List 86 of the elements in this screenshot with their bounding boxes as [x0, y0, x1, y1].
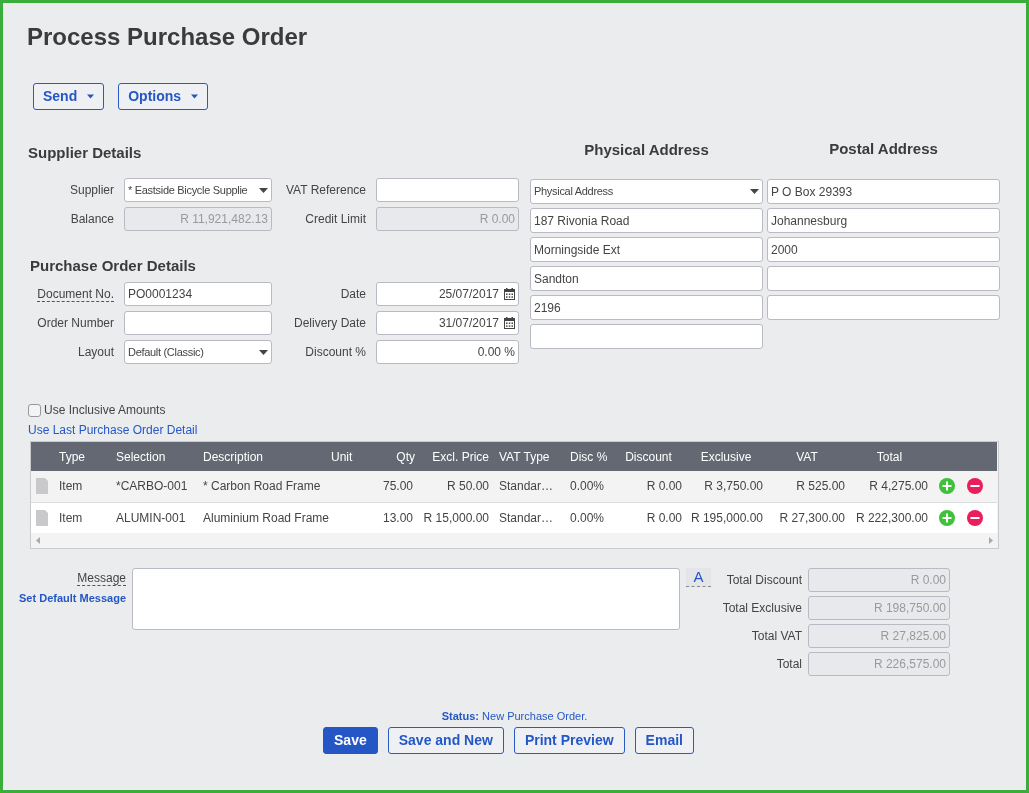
menu-button[interactable]: Options	[118, 83, 209, 110]
field-label: Supplier	[69, 184, 114, 198]
action-button[interactable]: Save and New	[387, 727, 504, 754]
field-label: Date	[340, 288, 366, 302]
column-header: Excl. Price	[432, 449, 489, 464]
column-header: Type	[59, 449, 85, 464]
table-cell: ALUMIN-001	[116, 510, 186, 525]
table-cell: R 27,300.00	[779, 510, 845, 525]
action-button[interactable]: Save	[323, 727, 378, 754]
page-title: Process Purchase Order	[27, 22, 308, 52]
readonly-field: R 0.00	[808, 568, 950, 592]
column-header: Total	[876, 449, 903, 464]
dropdown[interactable]: Physical Address	[530, 179, 763, 204]
total-label: Total	[775, 656, 802, 673]
field-label: Credit Limit	[305, 213, 366, 227]
column-header: VAT	[796, 449, 818, 464]
field-label: Order Number	[37, 317, 114, 331]
table-cell: * Carbon Road Frame	[203, 479, 321, 494]
table-cell: R 0.00	[646, 479, 682, 494]
readonly-field: R 226,575.00	[808, 652, 950, 676]
table-cell: R 4,275.00	[869, 479, 928, 494]
input-field[interactable]: Johannesburg	[767, 208, 1000, 233]
table-cell: R 15,000.00	[423, 510, 489, 525]
total-label: Total Exclusive	[721, 600, 802, 617]
column-heading: Postal Address	[829, 139, 938, 159]
checkbox-label: Use Inclusive Amounts	[44, 402, 166, 419]
table-cell: 0.00%	[570, 479, 605, 494]
input-field[interactable]: P O Box 29393	[767, 179, 1000, 204]
input-field[interactable]: 187 Rivonia Road	[530, 208, 763, 233]
total-label: Total Discount	[725, 572, 802, 589]
status-text: New Purchase Order.	[482, 710, 588, 722]
field-label: VAT Reference	[285, 184, 366, 198]
table-cell: 0.00%	[570, 510, 605, 525]
column-header: Description	[203, 449, 264, 464]
table-cell: *CARBO-001	[116, 479, 188, 494]
readonly-field: R 11,921,482.13	[124, 207, 272, 231]
table-cell: Standar…	[499, 479, 554, 494]
table-cell: Aluminium Road Frame	[203, 510, 330, 525]
table-cell: R 195,000.00	[690, 510, 763, 525]
column-header: VAT Type	[499, 449, 550, 464]
field-label: Discount %	[305, 346, 366, 360]
section-heading: Supplier Details	[28, 143, 142, 163]
column-header: Selection	[116, 449, 166, 464]
table-cell: Item	[59, 510, 83, 525]
date-field[interactable]: 25/07/2017	[376, 282, 519, 306]
column-header: Exclusive	[700, 449, 752, 464]
input-field[interactable]: PO0001234	[124, 282, 272, 306]
column-header: Disc %	[570, 449, 608, 464]
table-cell: Standar…	[499, 510, 554, 525]
font-button[interactable]: A	[686, 568, 711, 587]
message-label: Message	[77, 571, 126, 586]
action-button[interactable]: Email	[634, 727, 694, 754]
input-field[interactable]: 2000	[767, 237, 1000, 262]
total-label: Total VAT	[750, 628, 802, 645]
set-default-message-link[interactable]: Set Default Message	[19, 590, 126, 607]
readonly-field: R 0.00	[376, 207, 519, 231]
field-label: Document No.	[37, 288, 114, 302]
input-field[interactable]: 2196	[530, 295, 763, 320]
field-label: Balance	[70, 213, 114, 227]
use-last-link[interactable]: Use Last Purchase Order Detail	[28, 423, 198, 437]
dropdown[interactable]: Default (Classic)	[124, 340, 272, 364]
table-cell: R 525.00	[796, 479, 845, 494]
column-header: Qty	[396, 449, 415, 464]
readonly-field: R 27,825.00	[808, 624, 950, 648]
table-cell: 13.00	[382, 510, 413, 525]
date-field[interactable]: 31/07/2017	[376, 311, 519, 335]
table-cell: 75.00	[382, 479, 413, 494]
column-header: Discount	[625, 449, 672, 464]
menu-button[interactable]: Send	[33, 83, 105, 110]
status-label: Status:	[441, 710, 480, 722]
field-label: Layout	[77, 346, 114, 360]
section-heading: Purchase Order Details	[30, 256, 196, 276]
table-cell: R 222,300.00	[855, 510, 928, 525]
table-cell: Item	[59, 479, 83, 494]
column-header: Unit	[331, 449, 353, 464]
input-field[interactable]: Morningside Ext	[530, 237, 763, 262]
input-field[interactable]: 0.00 %	[376, 340, 519, 364]
table-cell: R 3,750.00	[704, 479, 763, 494]
field-label: Delivery Date	[293, 317, 366, 331]
readonly-field: R 198,750.00	[808, 596, 950, 620]
dropdown[interactable]: * Eastside Bicycle Supplie	[124, 178, 272, 202]
column-heading: Physical Address	[584, 140, 709, 160]
action-button[interactable]: Print Preview	[513, 727, 625, 754]
input-field[interactable]: Sandton	[530, 266, 763, 291]
table-cell: R 0.00	[646, 510, 682, 525]
table-cell: R 50.00	[446, 479, 489, 494]
